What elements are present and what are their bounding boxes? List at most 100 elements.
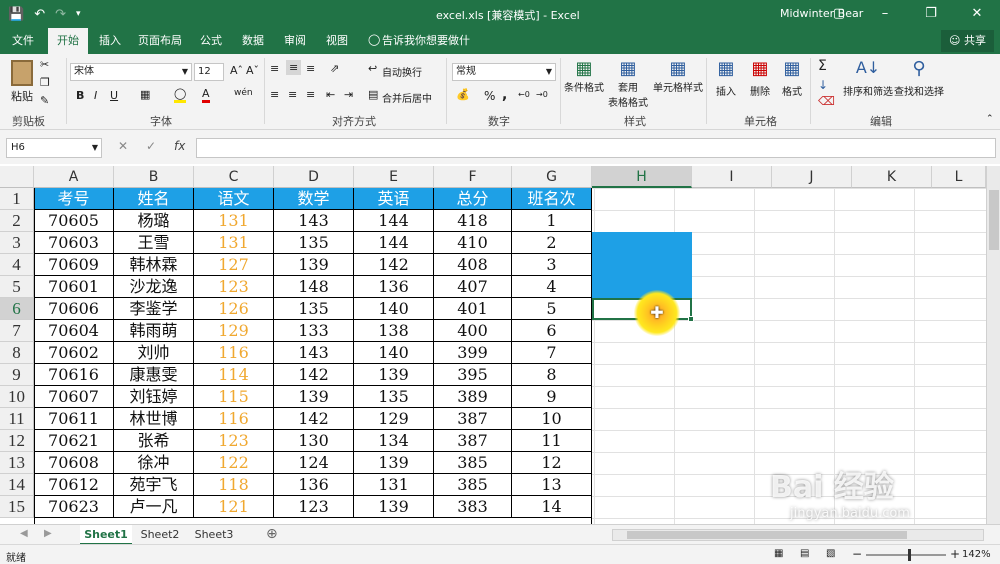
row-header-5[interactable]: 5 — [0, 276, 34, 298]
table-cell[interactable]: 126 — [194, 298, 274, 320]
currency-icon[interactable]: 💰 — [456, 88, 470, 101]
cell-styles-button[interactable]: ▦ 单元格样式 — [652, 58, 704, 94]
customize-qat-icon[interactable]: ▾ — [76, 9, 81, 19]
row-header-6[interactable]: 6 — [0, 298, 34, 320]
header-cell-b[interactable]: 姓名 — [114, 188, 194, 210]
minimize-icon[interactable]: – — [862, 0, 908, 28]
zoom-level[interactable]: 142% — [962, 549, 991, 560]
table-cell[interactable]: 70605 — [34, 210, 114, 232]
zoom-slider[interactable] — [866, 549, 946, 561]
table-cell[interactable]: 121 — [194, 496, 274, 518]
normal-view-icon[interactable]: ▦ — [774, 548, 783, 559]
table-cell[interactable]: 12 — [512, 452, 592, 474]
select-all-corner[interactable] — [0, 166, 34, 188]
maximize-icon[interactable]: ❐ — [908, 0, 954, 28]
bold-button[interactable]: B — [76, 89, 84, 102]
autosum-icon[interactable]: Σ — [818, 58, 827, 74]
font-size-select[interactable]: 12 — [194, 63, 224, 81]
insert-function-icon[interactable]: fx — [174, 139, 185, 153]
tab-data[interactable]: 数据 — [236, 28, 270, 54]
delete-cells-button[interactable]: ▦ 删除 — [746, 58, 774, 98]
wrap-text-icon[interactable]: ↩ — [368, 62, 377, 75]
table-cell[interactable]: 387 — [434, 408, 512, 430]
tell-me-search[interactable]: 告诉我你想要做什么 — [380, 28, 472, 73]
fill-icon[interactable]: ↓ — [818, 78, 828, 92]
enter-icon[interactable]: ✓ — [146, 139, 156, 153]
table-cell[interactable]: 139 — [354, 364, 434, 386]
row-header-3[interactable]: 3 — [0, 232, 34, 254]
table-cell[interactable]: 130 — [274, 430, 354, 452]
page-break-view-icon[interactable]: ▧ — [826, 548, 835, 559]
table-cell[interactable]: 395 — [434, 364, 512, 386]
comma-button[interactable]: , — [502, 87, 507, 103]
table-cell[interactable]: 143 — [274, 210, 354, 232]
decrease-decimal-icon[interactable]: →0 — [536, 90, 548, 99]
header-cell-d[interactable]: 数学 — [274, 188, 354, 210]
column-header-e[interactable]: E — [354, 166, 434, 188]
table-cell[interactable]: 115 — [194, 386, 274, 408]
table-cell[interactable]: 127 — [194, 254, 274, 276]
tab-home[interactable]: 开始 — [48, 28, 88, 54]
table-cell[interactable]: 399 — [434, 342, 512, 364]
page-layout-view-icon[interactable]: ▤ — [800, 548, 809, 559]
zoom-in-button[interactable]: + — [950, 547, 960, 561]
table-cell[interactable]: 410 — [434, 232, 512, 254]
table-cell[interactable]: 122 — [194, 452, 274, 474]
increase-decimal-icon[interactable]: ←0 — [518, 90, 530, 99]
row-header-2[interactable]: 2 — [0, 210, 34, 232]
align-bottom-icon[interactable]: ≡ — [306, 62, 315, 75]
decrease-font-icon[interactable]: Aˇ — [246, 64, 259, 77]
table-cell[interactable]: 康惠雯 — [114, 364, 194, 386]
header-cell-c[interactable]: 语文 — [194, 188, 274, 210]
table-cell[interactable]: 144 — [354, 232, 434, 254]
add-sheet-icon[interactable]: ⊕ — [266, 526, 278, 542]
table-cell[interactable]: 407 — [434, 276, 512, 298]
table-cell[interactable]: 8 — [512, 364, 592, 386]
table-cell[interactable]: 70609 — [34, 254, 114, 276]
vertical-scrollbar[interactable] — [986, 166, 1000, 524]
merge-center-button[interactable]: 合并后居中 — [382, 90, 432, 105]
table-cell[interactable]: 114 — [194, 364, 274, 386]
scroll-left-icon[interactable]: ◀ — [20, 528, 28, 539]
table-cell[interactable]: 6 — [512, 320, 592, 342]
table-cell[interactable]: 7 — [512, 342, 592, 364]
table-cell[interactable]: 136 — [354, 276, 434, 298]
row-header-11[interactable]: 11 — [0, 408, 34, 430]
column-header-b[interactable]: B — [114, 166, 194, 188]
cut-icon[interactable]: ✂ — [40, 58, 49, 71]
table-cell[interactable]: 142 — [274, 408, 354, 430]
table-cell[interactable]: 142 — [274, 364, 354, 386]
table-cell[interactable]: 刘帅 — [114, 342, 194, 364]
table-cell[interactable]: 70621 — [34, 430, 114, 452]
close-icon[interactable]: ✕ — [954, 0, 1000, 28]
table-cell[interactable]: 70601 — [34, 276, 114, 298]
table-cell[interactable]: 418 — [434, 210, 512, 232]
fill-color-icon[interactable]: ◯ — [174, 87, 187, 103]
paste-button[interactable]: 粘贴 — [8, 60, 36, 104]
sheet-tab-3[interactable]: Sheet3 — [188, 525, 240, 545]
insert-cells-button[interactable]: ▦ 插入 — [712, 58, 740, 98]
sheet-tab-1[interactable]: Sheet1 — [80, 525, 132, 545]
table-cell[interactable]: 387 — [434, 430, 512, 452]
table-cell[interactable]: 70606 — [34, 298, 114, 320]
scroll-thumb[interactable] — [989, 190, 999, 250]
column-header-d[interactable]: D — [274, 166, 354, 188]
copy-icon[interactable]: ❐ — [40, 76, 50, 89]
table-cell[interactable]: 140 — [354, 298, 434, 320]
share-button[interactable]: ☺ 共享 — [941, 30, 994, 52]
tab-page-layout[interactable]: 页面布局 — [134, 28, 186, 54]
align-left-icon[interactable]: ≡ — [270, 88, 279, 101]
row-header-4[interactable]: 4 — [0, 254, 34, 276]
table-cell[interactable]: 142 — [354, 254, 434, 276]
table-cell[interactable]: 14 — [512, 496, 592, 518]
row-header-13[interactable]: 13 — [0, 452, 34, 474]
table-cell[interactable]: 10 — [512, 408, 592, 430]
table-cell[interactable]: 苑宇飞 — [114, 474, 194, 496]
table-cell[interactable]: 李鉴学 — [114, 298, 194, 320]
table-cell[interactable]: 134 — [354, 430, 434, 452]
cancel-icon[interactable]: ✕ — [118, 139, 128, 153]
h-scroll-thumb[interactable] — [627, 531, 907, 539]
table-cell[interactable]: 徐冲 — [114, 452, 194, 474]
table-cell[interactable]: 70602 — [34, 342, 114, 364]
percent-button[interactable]: % — [484, 89, 495, 103]
